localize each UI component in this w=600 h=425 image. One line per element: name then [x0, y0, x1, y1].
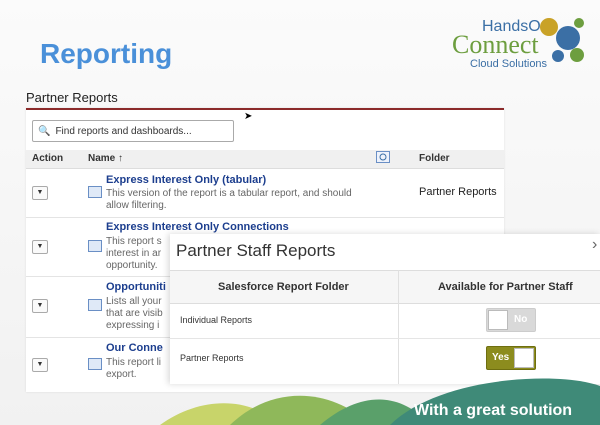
report-name-link[interactable]: Our Conne [106, 342, 163, 354]
handson-connect-logo: HandsOn Connect Cloud Solutions [452, 14, 592, 74]
dialog-row-individual-reports: Individual Reports No [170, 302, 600, 339]
toggle-text: No [514, 314, 528, 325]
logo-line-2: Connect [452, 30, 539, 59]
search-input[interactable]: 🔍 Find reports and dashboards... [32, 120, 234, 142]
partner-staff-reports-dialog: Partner Staff Reports › Salesforce Repor… [170, 234, 600, 384]
column-header-action: Action [32, 153, 64, 164]
logo-dot [552, 50, 564, 62]
toggle-text: Yes [492, 352, 510, 363]
column-header-folder: Folder [419, 153, 450, 164]
row-action-dropdown[interactable]: ▼ [32, 186, 48, 200]
row-action-dropdown[interactable]: ▼ [32, 358, 48, 372]
report-description: This report s interest in ar opportunity… [106, 236, 162, 271]
search-placeholder: Find reports and dashboards... [55, 125, 192, 137]
report-folder: Partner Reports [419, 186, 497, 198]
table-header: Action Name ↑ Folder [26, 150, 504, 169]
search-icon: 🔍 [38, 125, 51, 137]
section-label-partner-reports: Partner Reports [26, 90, 118, 105]
report-name-link[interactable]: Express Interest Only (tabular) [106, 174, 266, 186]
folder-label: Individual Reports [180, 315, 253, 325]
availability-toggle-partner[interactable]: Yes [486, 346, 536, 370]
close-icon[interactable]: › [592, 236, 597, 254]
row-action-dropdown[interactable]: ▼ [32, 299, 48, 313]
dialog-title: Partner Staff Reports [176, 241, 336, 260]
mouse-cursor-icon: ➤ [244, 111, 253, 122]
logo-dot [570, 48, 584, 62]
dialog-table-header: Salesforce Report Folder Available for P… [170, 270, 600, 304]
logo-dot [574, 18, 584, 28]
report-icon [88, 299, 102, 311]
report-description: This version of the report is a tabular … [106, 188, 352, 211]
dialog-row-partner-reports: Partner Reports Yes [170, 340, 600, 376]
column-chooser-icon[interactable] [376, 151, 390, 166]
report-name-link[interactable]: Express Interest Only Connections [106, 221, 289, 233]
column-header-report-folder: Salesforce Report Folder [218, 281, 349, 293]
logo-dot [556, 26, 580, 50]
column-header-name[interactable]: Name ↑ [88, 153, 123, 164]
report-icon [88, 358, 102, 370]
report-icon [88, 186, 102, 198]
report-description: Lists all your that are visib expressing… [106, 296, 163, 331]
logo-dot [540, 18, 558, 36]
slide-title: Reporting [40, 38, 173, 69]
table-row: ▼ Express Interest Only (tabular) This v… [26, 169, 504, 218]
column-header-available: Available for Partner Staff [438, 281, 573, 293]
report-name-link[interactable]: Opportuniti [106, 281, 166, 293]
row-action-dropdown[interactable]: ▼ [32, 240, 48, 254]
logo-line-3: Cloud Solutions [470, 58, 548, 70]
report-icon [88, 240, 102, 252]
footer-tagline: With a great solution [414, 402, 573, 419]
toggle-knob [488, 310, 508, 330]
folder-label: Partner Reports [180, 353, 244, 363]
availability-toggle-individual[interactable]: No [486, 308, 536, 332]
toggle-knob [514, 348, 534, 368]
